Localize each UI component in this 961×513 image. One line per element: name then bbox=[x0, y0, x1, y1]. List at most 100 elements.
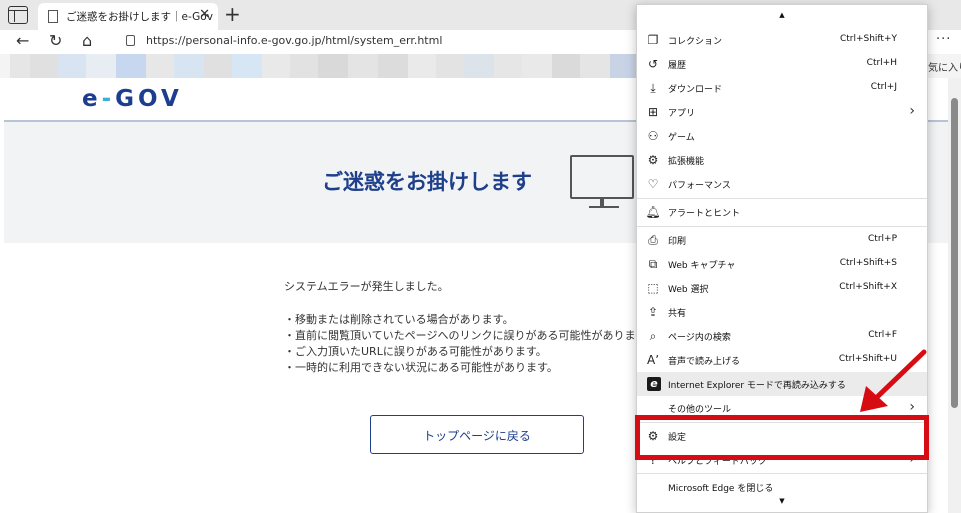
menu-item-games[interactable]: ⚇ ゲーム bbox=[637, 124, 927, 148]
error-reason: ・一時的に利用できない状況にある可能性があります。 bbox=[284, 361, 558, 374]
close-tab-icon[interactable]: ✕ bbox=[199, 7, 210, 22]
menu-item-web-select[interactable]: ⬚ Web 選択 Ctrl+Shift+X bbox=[637, 276, 927, 300]
web-capture-icon: ⧉ bbox=[648, 257, 658, 271]
egov-logo[interactable]: e-GOV bbox=[82, 86, 183, 112]
error-reason: ・ご入力頂いたURLに誤りがある可能性があります。 bbox=[284, 345, 547, 358]
error-reason: ・直前に閲覧頂いていたページへのリンクに誤りがある可能性がありま bbox=[284, 329, 636, 342]
menu-item-collections[interactable]: ❐ コレクション Ctrl+Shift+Y bbox=[637, 28, 927, 52]
menu-item-label: ダウンロード bbox=[668, 85, 723, 95]
top-page-button[interactable]: トップページに戻る bbox=[370, 415, 584, 454]
blurred-favorite bbox=[464, 54, 494, 78]
history-icon: ↺ bbox=[647, 57, 659, 71]
red-arrow-icon bbox=[860, 349, 927, 412]
menu-item-close-edge[interactable]: Microsoft Edge を閉じる bbox=[637, 475, 927, 499]
url-text[interactable]: https://personal-info.e-gov.go.jp/html/s… bbox=[146, 34, 442, 47]
blurred-favorite bbox=[146, 54, 174, 78]
blurred-favorite bbox=[494, 54, 522, 78]
lock-icon[interactable] bbox=[126, 35, 135, 46]
menu-item-label: パフォーマンス bbox=[668, 181, 731, 191]
menu-item-label: その他のツール bbox=[668, 405, 732, 415]
refresh-icon[interactable]: ↻ bbox=[49, 31, 62, 51]
blurred-favorite bbox=[552, 54, 580, 78]
menu-item-label: 拡張機能 bbox=[668, 157, 705, 167]
blurred-favorite bbox=[204, 54, 232, 78]
menu-item-label: ページ内の検索 bbox=[668, 333, 731, 343]
menu-item-shortcut: Ctrl+J bbox=[870, 82, 897, 92]
menu-item-performance[interactable]: ♡ パフォーマンス bbox=[637, 172, 927, 196]
blurred-favorite bbox=[408, 54, 436, 78]
new-tab-button[interactable]: + bbox=[224, 2, 241, 26]
browser-window: ご迷惑をお掛けします｜e-Gov ✕ + ← ↻ ⌂ https://perso… bbox=[0, 0, 961, 513]
menu-item-label: 音声で読み上げる bbox=[668, 357, 741, 367]
more-icon[interactable]: ··· bbox=[936, 32, 951, 47]
find-icon: ⌕ bbox=[649, 329, 657, 343]
menu-item-web-capture[interactable]: ⧉ Web キャプチャ Ctrl+Shift+S bbox=[637, 252, 927, 276]
menu-item-shortcut: Ctrl+F bbox=[868, 330, 897, 340]
error-message: システムエラーが発生しました。 bbox=[284, 280, 449, 293]
menu-item-label: Microsoft Edge を閉じる bbox=[668, 484, 774, 494]
page-title: ご迷惑をお掛けします bbox=[322, 170, 532, 194]
address-bar[interactable]: https://personal-info.e-gov.go.jp/html/s… bbox=[112, 32, 632, 52]
apps-icon: ⊞ bbox=[647, 105, 659, 119]
menu-item-downloads[interactable]: ⤓ ダウンロード Ctrl+J bbox=[637, 76, 927, 100]
print-icon: ⎙ bbox=[648, 233, 658, 247]
blurred-favorite bbox=[610, 54, 636, 78]
performance-icon: ♡ bbox=[647, 177, 659, 191]
page-icon bbox=[48, 10, 58, 23]
logo-gov: GOV bbox=[115, 86, 183, 112]
menu-divider bbox=[637, 198, 927, 199]
favorites-label[interactable]: 気に入り bbox=[928, 59, 961, 74]
logo-e: e bbox=[82, 86, 102, 112]
menu-item-history[interactable]: ↺ 履歴 Ctrl+H bbox=[637, 52, 927, 76]
blurred-favorite bbox=[318, 54, 348, 78]
blurred-favorite bbox=[232, 54, 262, 78]
blurred-favorite bbox=[290, 54, 318, 78]
share-icon: ⇪ bbox=[647, 305, 659, 319]
browser-tab[interactable]: ご迷惑をお掛けします｜e-Gov ✕ bbox=[38, 3, 218, 30]
monitor-base bbox=[589, 206, 619, 208]
menu-item-apps[interactable]: ⊞ アプリ › bbox=[637, 100, 927, 124]
tab-title: ご迷惑をお掛けします｜e-Gov bbox=[66, 11, 213, 23]
menu-item-label: 印刷 bbox=[668, 237, 687, 247]
scroll-down-icon[interactable]: ▼ bbox=[637, 497, 927, 505]
extensions-icon: ⚙ bbox=[647, 153, 659, 167]
menu-item-label: Internet Explorer モードで再読み込みする bbox=[668, 381, 846, 391]
blurred-favorite bbox=[30, 54, 58, 78]
blurred-favorite bbox=[580, 54, 610, 78]
menu-item-share[interactable]: ⇪ 共有 bbox=[637, 300, 927, 324]
monitor-icon bbox=[570, 155, 634, 199]
blurred-favorite bbox=[174, 54, 204, 78]
scrollbar-thumb[interactable] bbox=[951, 98, 958, 408]
menu-item-shortcut: Ctrl+H bbox=[866, 58, 897, 68]
blurred-favorite bbox=[58, 54, 86, 78]
page-scrollbar[interactable] bbox=[948, 78, 961, 513]
bell-icon: 🔔︎ bbox=[645, 205, 661, 219]
top-page-button-label: トップページに戻る bbox=[423, 429, 531, 443]
menu-item-label: アラートとヒント bbox=[668, 209, 741, 219]
menu-item-label: Web 選択 bbox=[668, 285, 709, 295]
scroll-up-icon[interactable]: ▲ bbox=[637, 11, 927, 19]
menu-item-label: Web キャプチャ bbox=[668, 261, 736, 271]
menu-divider bbox=[637, 473, 927, 474]
blurred-favorite bbox=[262, 54, 290, 78]
blurred-favorite bbox=[436, 54, 464, 78]
menu-item-shortcut: Ctrl+Shift+S bbox=[839, 258, 897, 268]
blurred-favorite bbox=[522, 54, 552, 78]
chevron-right-icon: › bbox=[909, 103, 915, 119]
menu-item-shortcut: Ctrl+Shift+Y bbox=[839, 34, 897, 44]
read-aloud-icon: Aʼ bbox=[646, 353, 660, 367]
menu-item-shortcut: Ctrl+Shift+X bbox=[839, 282, 897, 292]
back-arrow-icon[interactable]: ← bbox=[16, 31, 29, 51]
games-icon: ⚇ bbox=[647, 129, 659, 143]
menu-item-alerts[interactable]: 🔔︎ アラートとヒント bbox=[637, 200, 927, 224]
menu-item-find[interactable]: ⌕ ページ内の検索 Ctrl+F bbox=[637, 324, 927, 348]
web-select-icon: ⬚ bbox=[647, 281, 659, 295]
menu-item-print[interactable]: ⎙ 印刷 Ctrl+P bbox=[637, 228, 927, 252]
tab-actions-icon[interactable] bbox=[8, 6, 28, 24]
blurred-favorite bbox=[10, 54, 30, 78]
menu-item-extensions[interactable]: ⚙ 拡張機能 bbox=[637, 148, 927, 172]
download-icon: ⤓ bbox=[650, 81, 656, 95]
error-reason: ・移動または削除されている場合があります。 bbox=[284, 313, 514, 326]
logo-dash: - bbox=[101, 86, 116, 112]
home-icon[interactable]: ⌂ bbox=[82, 31, 92, 51]
